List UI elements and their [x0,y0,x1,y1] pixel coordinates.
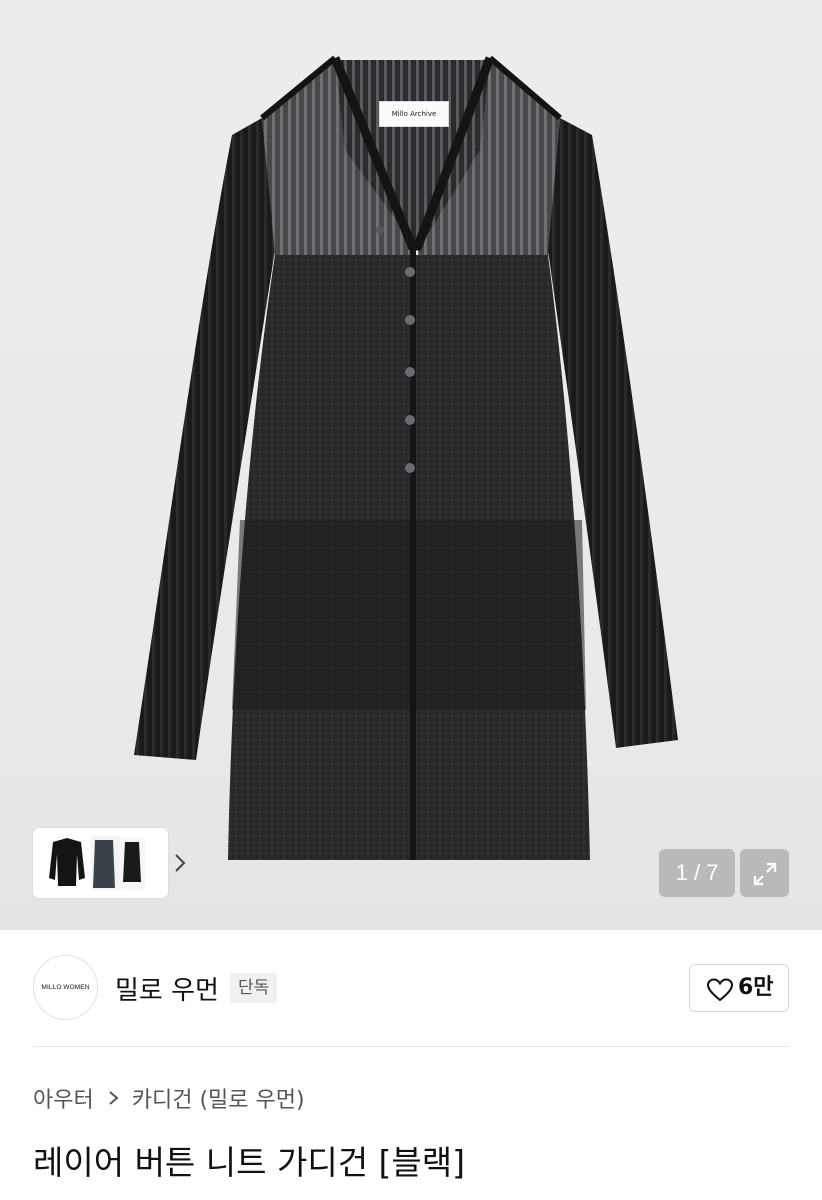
brand-logo[interactable]: MILLO WOMEN [33,955,98,1020]
like-count: 6만 [738,975,774,1000]
heart-outline-icon [706,978,734,1002]
product-photo [134,55,678,860]
brand-row: MILLO WOMEN 밀로 우먼 단독 6만 [0,930,822,1045]
breadcrumb: 아우터 카디건 (밀로 우먼) [33,1082,305,1114]
expand-icon [753,862,777,886]
image-pager: 1 / 7 [659,849,735,897]
thumbnail-images [41,834,145,892]
thumbnail-strip[interactable] [33,828,186,898]
divider [33,1046,789,1047]
breadcrumb-subcategory[interactable]: 카디건 (밀로 우먼) [132,1082,305,1114]
product-image-viewer[interactable]: Millo Archive 1 / 7 [0,0,822,930]
expand-button[interactable] [740,849,789,897]
garment-label: Millo Archive [379,101,449,127]
breadcrumb-category[interactable]: 아우터 [33,1082,94,1114]
chevron-right-icon [109,1091,119,1105]
product-title: 레이어 버튼 니트 가디건 [블랙] [33,1143,466,1182]
like-button[interactable]: 6만 [689,964,789,1012]
brand-name[interactable]: 밀로 우먼 [115,970,219,1007]
chevron-right-icon[interactable] [173,849,189,877]
exclusive-badge: 단독 [230,973,278,1003]
